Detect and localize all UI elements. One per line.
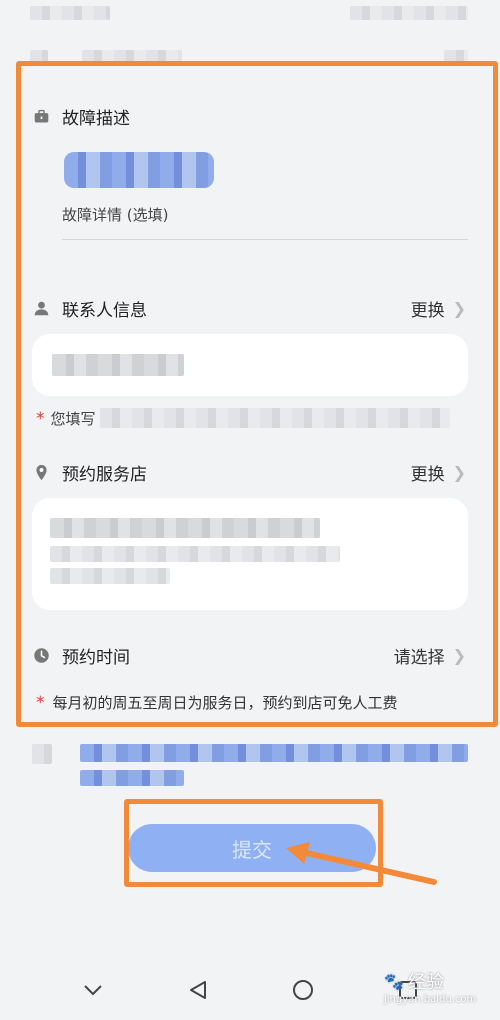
home-circle-icon[interactable] [283, 970, 323, 1010]
blurred-top-right [350, 6, 468, 20]
back-triangle-icon[interactable] [178, 970, 218, 1010]
blurred-checkbox[interactable] [32, 744, 52, 764]
watermark-text: 经验 [407, 972, 444, 993]
highlight-frame-form [16, 61, 498, 727]
paw-logo-icon: 🐾 [384, 971, 404, 991]
service-booking-page: 故障描述 故障详情 (选填) 联系人信息 更换 ❯ * 您填写 预约服务店 更换… [0, 0, 500, 1020]
chevron-down-icon[interactable] [73, 970, 113, 1010]
blurred-agreement-line-1 [80, 744, 468, 762]
watermark-subtext: jingyan.baidu.com [384, 994, 477, 1005]
baidu-watermark: 🐾 经验 jingyan.baidu.com [384, 968, 477, 1006]
blurred-agreement-line-2 [80, 770, 184, 786]
annotation-arrow-icon [286, 842, 437, 885]
blurred-top-left [30, 6, 110, 20]
